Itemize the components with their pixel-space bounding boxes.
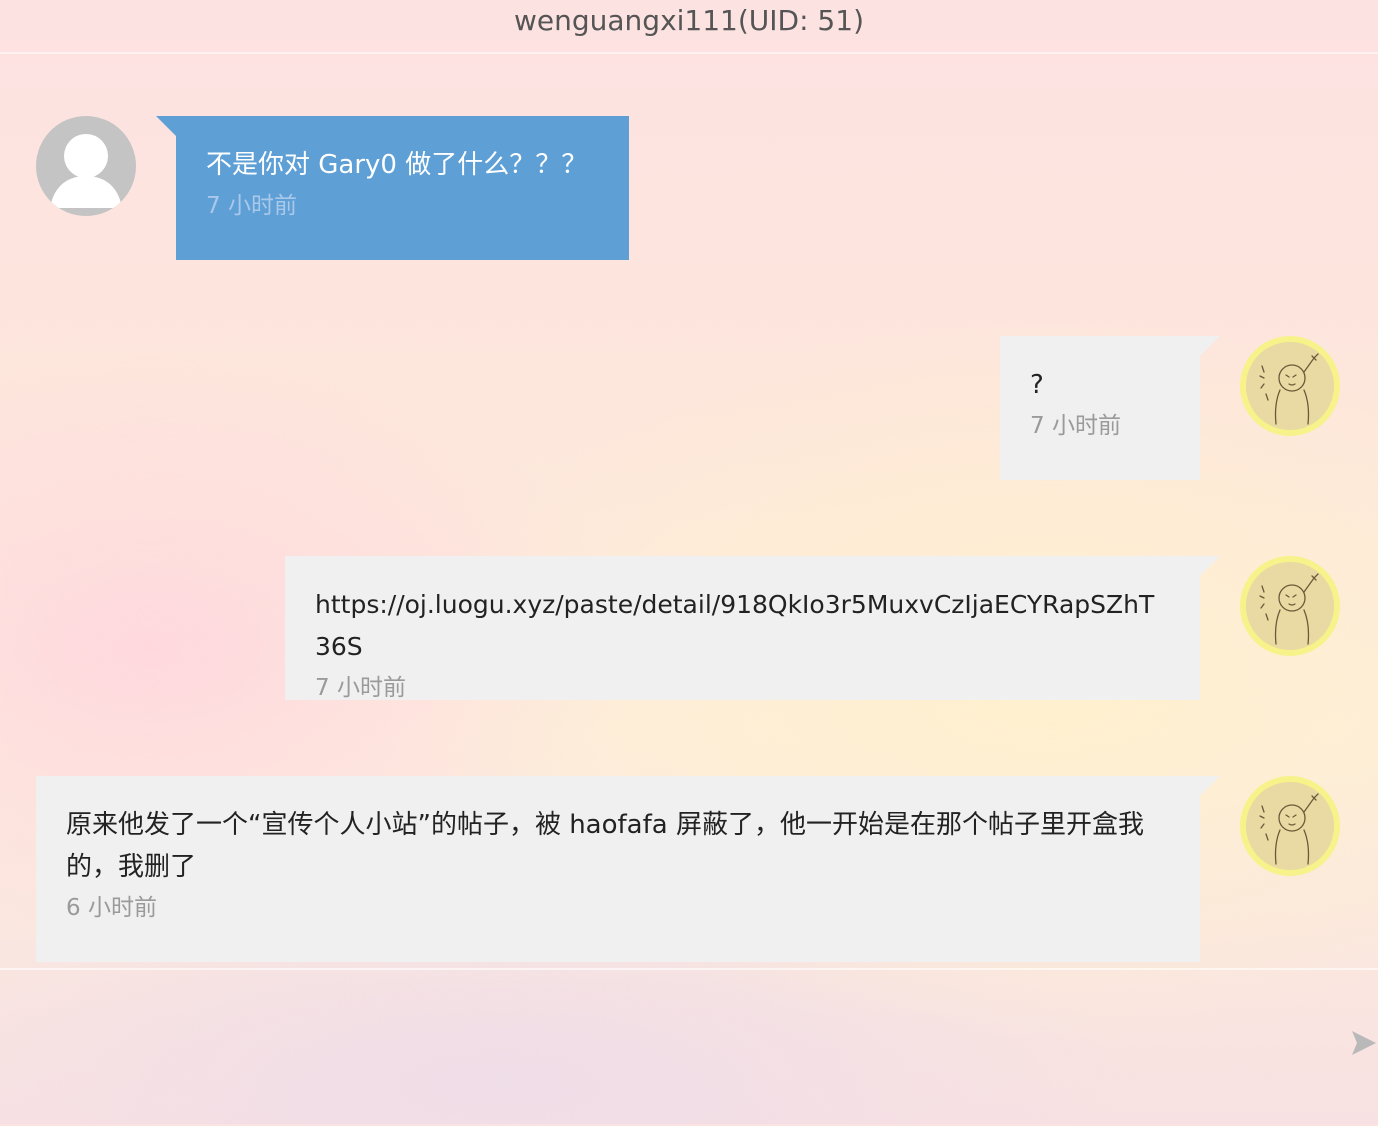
message-composer[interactable] — [0, 968, 1378, 1126]
default-avatar-icon[interactable] — [36, 116, 136, 216]
message-time: 6 小时前 — [66, 895, 157, 921]
message-text: 不是你对 Gary0 做了什么？？？ — [206, 150, 588, 180]
message-time: 7 小时前 — [206, 193, 297, 219]
message-text: ? — [1030, 370, 1044, 400]
user-avatar-icon[interactable] — [1240, 556, 1340, 656]
message-bubble: ? 7 小时前 — [1000, 336, 1220, 480]
message-bubble: 原来他发了一个“宣传个人小站”的帖子，被 haofafa 屏蔽了，他一开始是在那… — [36, 776, 1220, 962]
message-link-text[interactable]: https://oj.luogu.xyz/paste/detail/918QkI… — [315, 584, 1170, 668]
message-time: 7 小时前 — [315, 675, 406, 701]
bubble-tail — [1200, 556, 1220, 576]
user-avatar-icon[interactable] — [1240, 776, 1340, 876]
bubble-tail — [1200, 776, 1220, 796]
user-avatar-icon[interactable] — [1240, 336, 1340, 436]
bubble-tail — [156, 116, 176, 136]
chat-title: wenguangxi111(UID: 51) — [514, 4, 864, 37]
chat-header: wenguangxi111(UID: 51) — [0, 0, 1378, 54]
message-text: 原来他发了一个“宣传个人小站”的帖子，被 haofafa 屏蔽了，他一开始是在那… — [66, 810, 1144, 882]
send-arrow-icon[interactable] — [1350, 1028, 1378, 1058]
bubble-tail — [1200, 336, 1220, 356]
message-bubble: https://oj.luogu.xyz/paste/detail/918QkI… — [285, 556, 1220, 701]
message-bubble: 不是你对 Gary0 做了什么？？？ 7 小时前 — [156, 116, 629, 260]
message-time: 7 小时前 — [1030, 413, 1121, 439]
